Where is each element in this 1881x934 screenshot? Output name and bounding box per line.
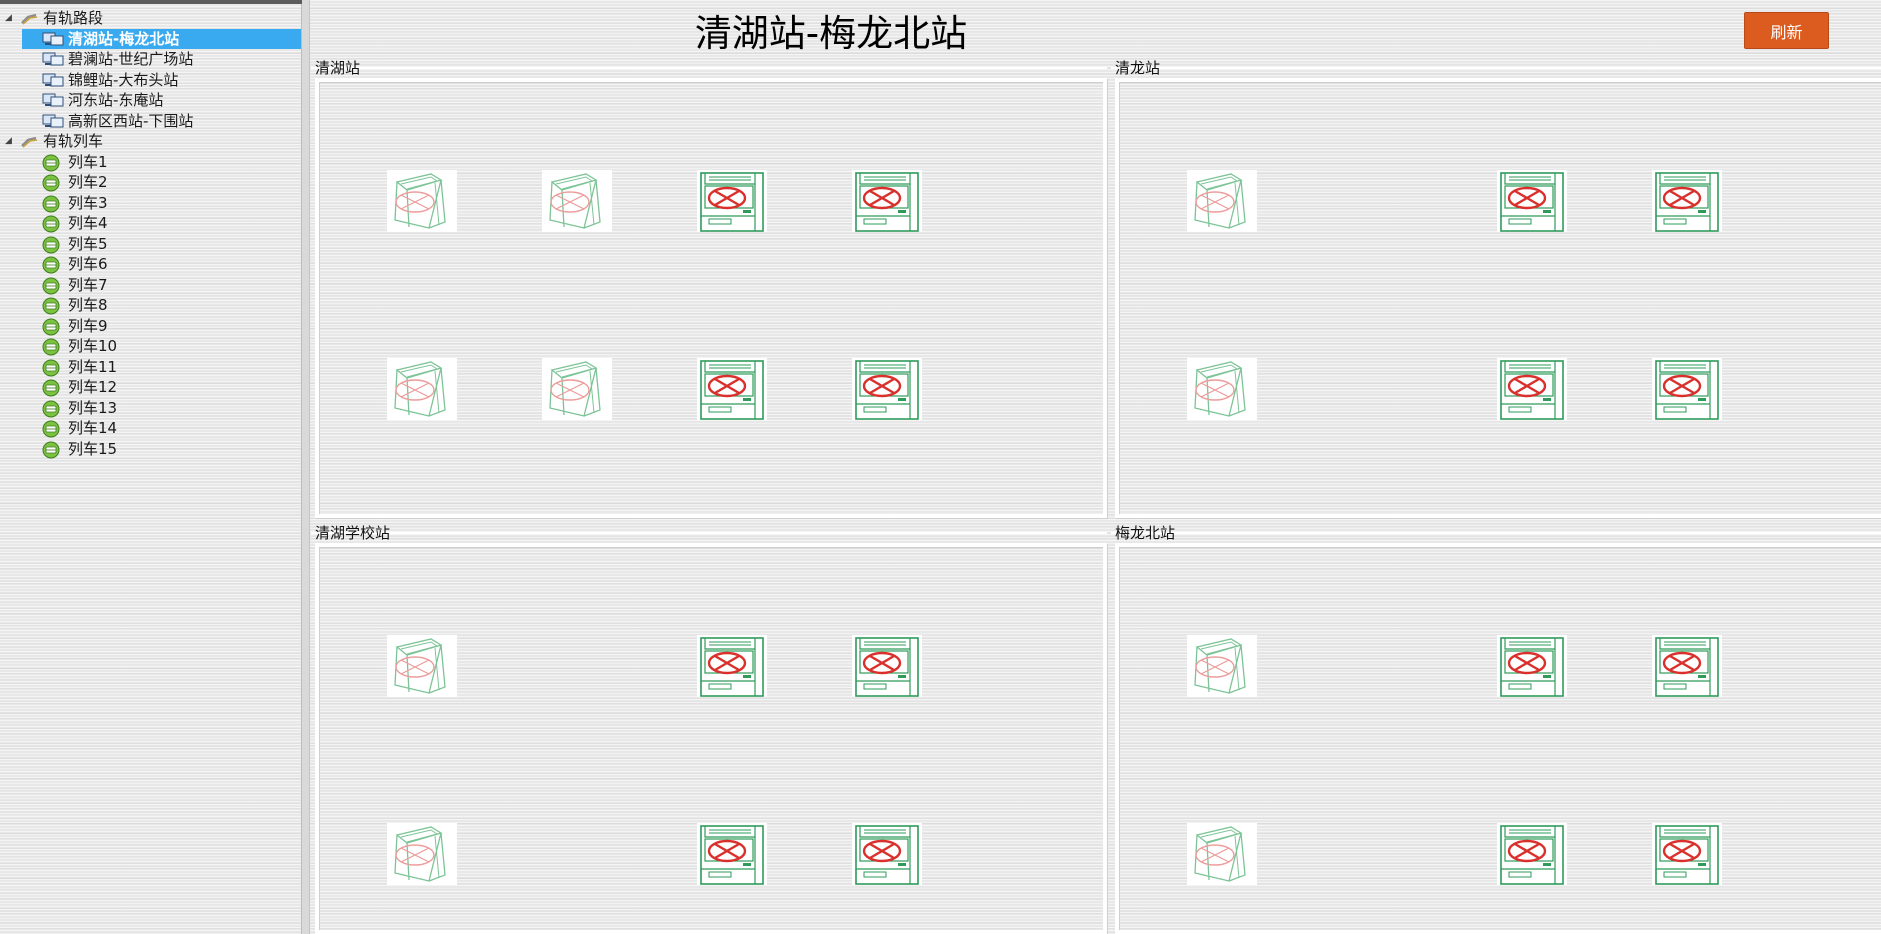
ticket-machine-error-icon[interactable] bbox=[1497, 170, 1567, 232]
tree-item-label: 清湖站-梅龙北站 bbox=[68, 29, 180, 48]
tree-item-label: 锦鲤站-大布头站 bbox=[68, 70, 179, 89]
station-panel: 梅龙北站 bbox=[1111, 523, 1881, 934]
train-status-icon bbox=[42, 441, 60, 465]
tree-item-label: 列车12 bbox=[68, 378, 118, 396]
tree-item-train[interactable]: 列车2 bbox=[0, 172, 302, 193]
ticket-machine-error-icon[interactable] bbox=[1652, 170, 1722, 232]
station-monitor-area: 清湖站-梅龙北站 刷新 清湖站 清龙站 清湖学校站 梅龙北站 bbox=[311, 0, 1881, 934]
tree-item-train[interactable]: 列车14 bbox=[0, 418, 302, 439]
station-panel-title: 梅龙北站 bbox=[1115, 524, 1176, 542]
station-device-canvas bbox=[315, 78, 1107, 518]
tree-item-segment[interactable]: 锦鲤站-大布头站 bbox=[0, 70, 302, 91]
tree-item-label: 高新区西站-下围站 bbox=[68, 111, 194, 130]
ticket-machine-error-icon[interactable] bbox=[1497, 823, 1567, 885]
tree-item-train[interactable]: 列车5 bbox=[0, 234, 302, 255]
gate-machine-offline-icon[interactable] bbox=[542, 170, 612, 232]
tree-item-train[interactable]: 列车6 bbox=[0, 254, 302, 275]
tree-item-label: 列车3 bbox=[68, 193, 108, 212]
ticket-machine-error-icon[interactable] bbox=[1497, 635, 1567, 697]
panel-divider bbox=[311, 532, 1107, 534]
tree-section-label: 有轨路段 bbox=[43, 9, 104, 27]
tree-item-label: 列车10 bbox=[68, 337, 118, 355]
tree-item-label: 列车8 bbox=[68, 296, 108, 314]
ticket-machine-error-icon[interactable] bbox=[697, 358, 767, 420]
gate-machine-offline-icon[interactable] bbox=[387, 170, 457, 232]
sidebar-top-bar bbox=[0, 0, 302, 4]
tree-item-train[interactable]: 列车4 bbox=[0, 213, 302, 234]
ticket-machine-error-icon[interactable] bbox=[852, 635, 922, 697]
gate-machine-offline-icon[interactable] bbox=[387, 823, 457, 885]
device-tree: ◢ 有轨路段 清湖站-梅龙北站 碧澜站-世纪广场站 锦鲤站-大布头站 河东站-东… bbox=[0, 8, 302, 459]
station-panel: 清湖学校站 bbox=[311, 523, 1107, 934]
tree-item-label: 列车9 bbox=[68, 316, 108, 335]
gate-machine-offline-icon[interactable] bbox=[387, 635, 457, 697]
ticket-machine-error-icon[interactable] bbox=[1497, 358, 1567, 420]
gate-machine-offline-icon[interactable] bbox=[542, 358, 612, 420]
panel-divider bbox=[311, 67, 1107, 69]
ticket-machine-error-icon[interactable] bbox=[852, 358, 922, 420]
gate-machine-offline-icon[interactable] bbox=[387, 358, 457, 420]
gate-machine-offline-icon[interactable] bbox=[1187, 635, 1257, 697]
tree-item-train[interactable]: 列车10 bbox=[0, 336, 302, 357]
tree-section-trains[interactable]: ◢ 有轨列车 bbox=[0, 131, 302, 152]
tree-item-train[interactable]: 列车15 bbox=[0, 439, 302, 460]
collapse-arrow-icon[interactable]: ◢ bbox=[5, 131, 15, 152]
panel-divider bbox=[1111, 532, 1881, 534]
station-device-canvas bbox=[1115, 78, 1881, 518]
tree-item-label: 列车11 bbox=[68, 357, 118, 376]
gate-machine-offline-icon[interactable] bbox=[1187, 358, 1257, 420]
tree-item-train[interactable]: 列车7 bbox=[0, 275, 302, 296]
gate-machine-offline-icon[interactable] bbox=[1187, 170, 1257, 232]
station-panel-title: 清湖站 bbox=[315, 59, 361, 77]
tree-item-label: 列车13 bbox=[68, 398, 118, 417]
ticket-machine-error-icon[interactable] bbox=[852, 823, 922, 885]
tree-item-train[interactable]: 列车11 bbox=[0, 357, 302, 378]
tree-section-label: 有轨列车 bbox=[43, 132, 104, 150]
tree-item-label: 列车14 bbox=[68, 419, 118, 437]
station-panel-title: 清龙站 bbox=[1115, 59, 1161, 77]
tree-item-train[interactable]: 列车9 bbox=[0, 316, 302, 337]
tree-item-label: 碧澜站-世纪广场站 bbox=[68, 50, 194, 68]
ticket-machine-error-icon[interactable] bbox=[697, 823, 767, 885]
station-panel: 清湖站 bbox=[311, 58, 1107, 518]
tree-item-label: 列车4 bbox=[68, 214, 108, 232]
tree-item-segment[interactable]: 清湖站-梅龙北站 bbox=[0, 28, 302, 49]
ticket-machine-error-icon[interactable] bbox=[697, 635, 767, 697]
tree-item-label: 列车7 bbox=[68, 275, 108, 294]
ticket-machine-error-icon[interactable] bbox=[1652, 823, 1722, 885]
ticket-machine-error-icon[interactable] bbox=[1652, 358, 1722, 420]
tree-item-train[interactable]: 列车1 bbox=[0, 152, 302, 173]
tree-item-label: 列车5 bbox=[68, 234, 108, 253]
tree-section-tram-segments[interactable]: ◢ 有轨路段 bbox=[0, 8, 302, 29]
tree-item-train[interactable]: 列车13 bbox=[0, 398, 302, 419]
tree-item-label: 河东站-东庵站 bbox=[68, 91, 164, 109]
tree-item-segment[interactable]: 河东站-东庵站 bbox=[0, 90, 302, 111]
tree-item-train[interactable]: 列车8 bbox=[0, 295, 302, 316]
tree-item-segment[interactable]: 碧澜站-世纪广场站 bbox=[0, 49, 302, 70]
station-panel-title: 清湖学校站 bbox=[315, 524, 391, 542]
tree-item-segment[interactable]: 高新区西站-下围站 bbox=[0, 111, 302, 132]
panel-divider bbox=[1111, 67, 1881, 69]
tree-item-train[interactable]: 列车12 bbox=[0, 377, 302, 398]
ticket-machine-error-icon[interactable] bbox=[852, 170, 922, 232]
station-panel: 清龙站 bbox=[1111, 58, 1881, 518]
refresh-button[interactable]: 刷新 bbox=[1744, 12, 1829, 49]
gate-machine-offline-icon[interactable] bbox=[1187, 823, 1257, 885]
splitter-handle[interactable] bbox=[302, 0, 310, 934]
device-tree-panel: ◢ 有轨路段 清湖站-梅龙北站 碧澜站-世纪广场站 锦鲤站-大布头站 河东站-东… bbox=[0, 0, 302, 934]
ticket-machine-error-icon[interactable] bbox=[697, 170, 767, 232]
collapse-arrow-icon[interactable]: ◢ bbox=[5, 8, 15, 29]
tree-item-label: 列车6 bbox=[68, 255, 108, 273]
tree-item-label: 列车2 bbox=[68, 173, 108, 191]
tree-item-train[interactable]: 列车3 bbox=[0, 193, 302, 214]
tree-item-label: 列车1 bbox=[68, 152, 108, 171]
page-title: 清湖站-梅龙北站 bbox=[694, 12, 968, 55]
tree-item-label: 列车15 bbox=[68, 439, 118, 458]
ticket-machine-error-icon[interactable] bbox=[1652, 635, 1722, 697]
